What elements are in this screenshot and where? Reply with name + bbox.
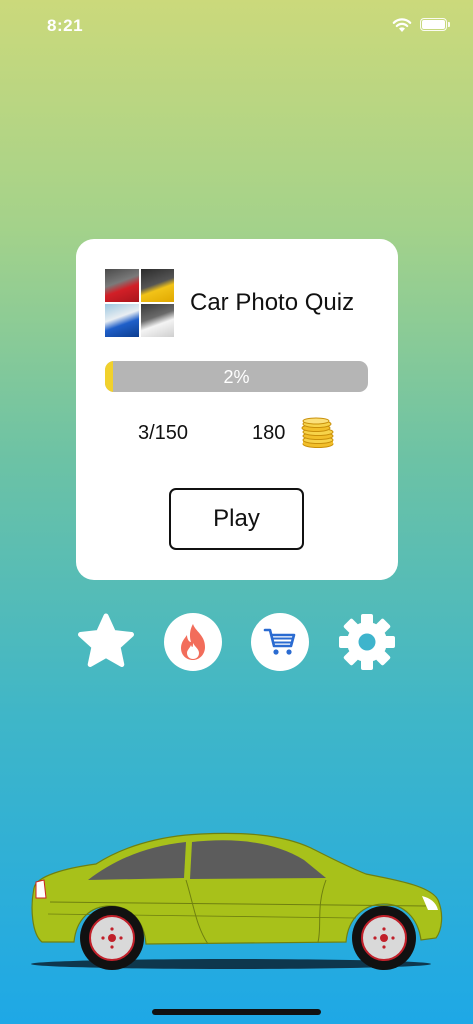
car-illustration: [31, 832, 443, 970]
fire-icon: [181, 624, 205, 660]
progress-label: 2%: [223, 367, 250, 387]
battery-icon: [420, 18, 450, 31]
status-bar: 8:21: [0, 0, 473, 54]
quiz-title: Car Photo Quiz: [190, 289, 355, 316]
shop-button[interactable]: [251, 613, 309, 671]
home-indicator[interactable]: [152, 1009, 321, 1015]
quiz-card[interactable]: Car Photo Quiz 2% 3/150 180 Play: [76, 239, 398, 580]
progress-bar: 2%: [105, 361, 368, 392]
coins-icon: [301, 417, 334, 448]
thumbnail-white-car: [140, 304, 174, 337]
cart-icon: [263, 628, 296, 655]
quiz-thumbnail: [105, 269, 174, 337]
coins-count: 180: [252, 422, 286, 444]
thumbnail-blue-car: [105, 304, 139, 337]
questions-count: 3/150: [138, 422, 189, 444]
star-icon[interactable]: [77, 613, 135, 671]
status-time: 8:21: [47, 16, 84, 35]
thumbnail-red-car: [105, 269, 139, 302]
thumbnail-yellow-car: [140, 269, 174, 302]
play-button[interactable]: Play: [169, 488, 304, 550]
hot-button[interactable]: [164, 613, 222, 671]
wifi-icon: [392, 18, 412, 32]
gear-icon[interactable]: [338, 613, 396, 671]
